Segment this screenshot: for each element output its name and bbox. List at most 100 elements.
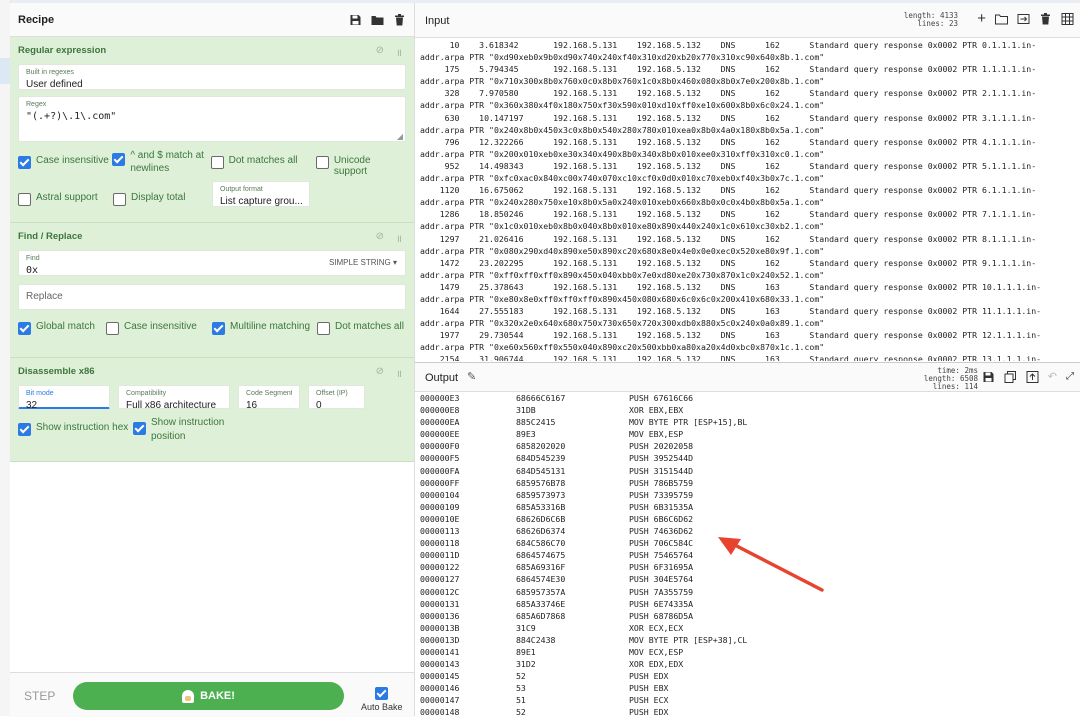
regex-op-title: Regular expression — [18, 45, 107, 56]
instruction-address: 00000127 — [420, 574, 460, 585]
instruction-hex: 6864574675 — [516, 550, 566, 561]
add-input-icon[interactable]: + — [977, 11, 986, 26]
find-input[interactable]: Find 0x SIMPLE STRING ▾ — [18, 250, 406, 276]
output-panel: Output ✎ time: 2ms length: 6508 lines: 1… — [415, 362, 1080, 717]
instruction-text: PUSH 68786D5A — [629, 610, 694, 621]
instruction-hex: 68666C6167 — [516, 393, 566, 403]
instruction-text: MOV BYTE PTR [ESP+38],CL — [629, 634, 748, 645]
multiline-matching-checkbox[interactable]: Multiline matching — [212, 321, 317, 335]
asm-row: 000000E3 68666C6167 PUSH 67616C66 — [420, 392, 1080, 404]
builtin-regexes-value: User defined — [26, 79, 83, 90]
instruction-address: 00000104 — [420, 489, 460, 500]
instruction-text: MOV BYTE PTR [ESP+15],BL — [629, 417, 748, 428]
find-replace-title: Find / Replace — [18, 231, 83, 242]
offset-input[interactable]: Offset (IP) 0 — [308, 385, 365, 411]
pause-icon[interactable]: ॥ — [396, 366, 402, 380]
show-instruction-position-checkbox[interactable]: Show instruction position — [133, 416, 236, 444]
instruction-hex: 884C2438 — [516, 634, 556, 645]
undo-icon[interactable]: ↶ — [1048, 371, 1057, 383]
instruction-hex: 685A69316F — [516, 562, 566, 573]
disable-icon[interactable]: ⊘ — [376, 231, 384, 245]
find-mode-label: SIMPLE STRING — [328, 258, 391, 267]
instruction-hex: 68626D6C6B — [516, 513, 566, 524]
show-instruction-hex-checkbox[interactable]: Show instruction hex — [18, 422, 133, 436]
builtin-regexes-select[interactable]: Built in regexes User defined — [18, 64, 406, 90]
auto-bake-checkbox[interactable]: Auto Bake — [361, 686, 403, 712]
trash-icon[interactable] — [1039, 13, 1052, 25]
instruction-address: 000000F0 — [420, 441, 460, 452]
asm-row: 00000141 89E1 MOV ECX,ESP — [420, 646, 1080, 658]
find-mode-dropdown[interactable]: SIMPLE STRING ▾ — [329, 258, 397, 267]
instruction-hex: 68626D6374 — [516, 526, 566, 537]
fullscreen-icon[interactable]: ⤢ — [1066, 371, 1074, 383]
asm-row: 000000E8 31DB XOR EBX,EBX — [420, 404, 1080, 416]
input-textarea[interactable]: 10 3.618342 192.168.5.131 192.168.5.132 … — [415, 38, 1080, 361]
input-line: 1286 18.850246 192.168.5.131 192.168.5.1… — [420, 209, 1037, 220]
code-segment-input[interactable]: Code Segment (... 16 — [238, 385, 300, 411]
unicode-support-checkbox[interactable]: Unicode support — [315, 155, 406, 177]
instruction-hex: 52 — [516, 707, 526, 717]
replace-input-icon[interactable] — [1026, 371, 1039, 383]
asm-row: 00000146 53 PUSH EBX — [420, 682, 1080, 694]
input-line: 1479 25.378643 192.168.5.131 192.168.5.1… — [420, 281, 1042, 292]
resize-handle-icon[interactable]: ◢ — [397, 132, 403, 141]
astral-support-label: Astral support — [36, 192, 98, 203]
grid-icon[interactable] — [1061, 13, 1074, 25]
instruction-hex: 89E3 — [516, 429, 536, 440]
disable-icon[interactable]: ⊘ — [376, 45, 384, 59]
asm-row: 0000010E 68626D6C6B PUSH 6B6C6D62 — [420, 513, 1080, 525]
folder-icon[interactable] — [371, 14, 384, 26]
save-icon[interactable] — [982, 371, 995, 383]
compatibility-select[interactable]: Compatibility Full x86 architecture — [118, 385, 230, 411]
regex-value: "(.+?)\.1\.com" — [26, 111, 117, 122]
instruction-address: 000000E3 — [420, 393, 460, 403]
offset-value: 0 — [316, 400, 322, 411]
case-insensitive-checkbox[interactable]: Case insensitive — [18, 155, 112, 169]
multiline-anchors-checkbox[interactable]: ^ and $ match at newlines — [112, 149, 210, 175]
step-button[interactable]: STEP — [24, 689, 55, 703]
instruction-hex: 6859576B78 — [516, 477, 566, 488]
bit-mode-input[interactable]: Bit mode 32 — [18, 385, 110, 411]
input-line: 952 14.498343 192.168.5.131 192.168.5.13… — [420, 160, 1037, 171]
trash-icon[interactable] — [393, 13, 406, 26]
display-total-checkbox[interactable]: Display total — [113, 192, 212, 206]
bit-mode-label: Bit mode — [26, 390, 54, 397]
fr-dot-matches-all-checkbox[interactable]: Dot matches all — [317, 321, 404, 335]
instruction-address: 00000113 — [420, 526, 460, 537]
open-file-icon[interactable] — [1017, 13, 1030, 25]
replace-input[interactable]: Replace — [18, 284, 406, 310]
instruction-hex: 51 — [516, 695, 526, 706]
instruction-address: 00000143 — [420, 659, 460, 670]
regex-input[interactable]: Regex "(.+?)\.1\.com" ◢ — [18, 96, 406, 142]
chef-icon — [182, 689, 195, 703]
instruction-address: 00000145 — [420, 671, 460, 682]
output-format-select[interactable]: Output format List capture grou... — [212, 181, 310, 207]
output-title: Output — [425, 372, 459, 384]
magic-wand-icon[interactable]: ✎ — [467, 370, 476, 383]
save-icon[interactable] — [349, 14, 362, 26]
instruction-text: PUSH 74636D62 — [629, 526, 694, 537]
display-total-label: Display total — [131, 192, 186, 203]
pause-icon[interactable]: ॥ — [396, 231, 402, 245]
auto-bake-box[interactable] — [375, 687, 389, 700]
input-line-continuation: addr.arpa PTR "0xe60x560xff0x550x040x890… — [420, 342, 825, 353]
recipe-panel: Recipe Regular expression ⊘ ॥ Built in re… — [10, 3, 415, 717]
asm-row: 0000013D 884C2438 MOV BYTE PTR [ESP+38],CL — [420, 634, 1080, 646]
open-folder-icon[interactable] — [995, 13, 1008, 25]
instruction-text: XOR ECX,ECX — [629, 622, 684, 633]
copy-icon[interactable] — [1004, 371, 1017, 383]
disable-icon[interactable]: ⊘ — [376, 366, 384, 380]
instruction-hex: 684D545131 — [516, 465, 566, 476]
asm-row: 00000145 52 PUSH EDX — [420, 670, 1080, 682]
input-title: Input — [425, 15, 450, 27]
astral-support-checkbox[interactable]: Astral support — [18, 192, 113, 206]
global-match-checkbox[interactable]: Global match — [18, 321, 106, 335]
asm-row: 000000EE 89E3 MOV EBX,ESP — [420, 428, 1080, 440]
dot-matches-all-checkbox[interactable]: Dot matches all — [210, 155, 316, 169]
instruction-hex: 685957357A — [516, 586, 566, 597]
regex-operation: Regular expression ⊘ ॥ Built in regexes U… — [10, 37, 414, 223]
instruction-text: PUSH EBX — [629, 683, 669, 694]
bake-button[interactable]: BAKE! — [73, 682, 344, 710]
fr-case-insensitive-checkbox[interactable]: Case insensitive — [106, 321, 212, 335]
pause-icon[interactable]: ॥ — [396, 45, 402, 59]
